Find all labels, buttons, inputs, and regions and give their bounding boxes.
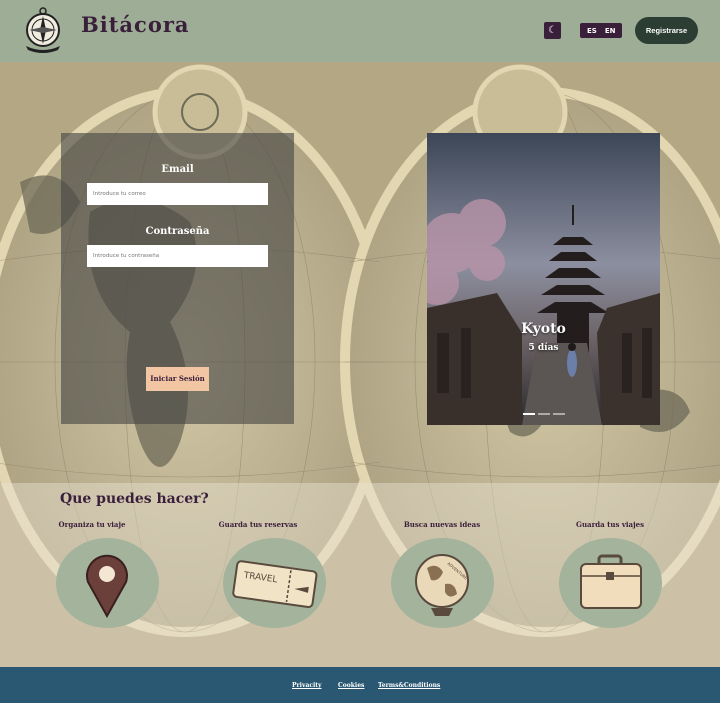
carousel-indicators <box>523 413 565 415</box>
email-label: Email <box>161 164 194 175</box>
globe-adventure-icon[interactable]: ADVENTURE <box>391 538 494 628</box>
password-label: Contraseña <box>145 226 210 237</box>
terms-link[interactable]: Terms&Conditions <box>378 682 440 689</box>
theme-toggle-moon-icon[interactable]: ☾ <box>544 22 561 39</box>
carousel-dot[interactable] <box>553 413 565 415</box>
suitcase-icon[interactable] <box>559 538 662 628</box>
lang-es-button[interactable]: ES <box>583 27 601 35</box>
brand-title[interactable]: Bitácora <box>81 12 190 37</box>
feature-label: Organiza tu viaje <box>58 520 126 529</box>
password-field[interactable] <box>87 245 268 267</box>
travel-ticket-icon[interactable]: TRAVEL <box>223 538 326 628</box>
privacy-link[interactable]: Privacity <box>292 682 322 689</box>
feature-label: Guarda tus reservas <box>218 520 298 529</box>
register-button[interactable]: Registrarse <box>635 17 698 44</box>
lang-en-button[interactable]: EN <box>601 27 620 35</box>
features-section: Que puedes hacer? Organiza tu viaje Guar… <box>0 483 720 667</box>
feature-label: Busca nuevas ideas <box>403 520 481 529</box>
destination-carousel[interactable]: Kyoto 5 días <box>427 133 660 425</box>
cookies-link[interactable]: Cookies <box>338 682 364 689</box>
email-field[interactable] <box>87 183 268 205</box>
language-switcher: ES EN <box>580 23 623 38</box>
login-panel: Email Contraseña Iniciar Sesión <box>61 133 294 424</box>
feature-label: Guarda tus viajes <box>575 520 645 529</box>
carousel-dot[interactable] <box>538 413 550 415</box>
carousel-dot[interactable] <box>523 413 535 415</box>
slide-subtitle: 5 días <box>528 343 559 353</box>
login-button[interactable]: Iniciar Sesión <box>146 367 209 391</box>
kyoto-pagoda-image <box>427 133 660 425</box>
slide-title: Kyoto <box>521 321 566 337</box>
compass-logo-icon[interactable] <box>22 6 64 56</box>
location-pin-icon[interactable] <box>56 538 159 628</box>
features-title: Que puedes hacer? <box>60 491 209 507</box>
site-footer: Privacity Cookies Terms&Conditions <box>0 667 720 703</box>
site-header: Bitácora ☾ ES EN Registrarse <box>0 0 720 62</box>
